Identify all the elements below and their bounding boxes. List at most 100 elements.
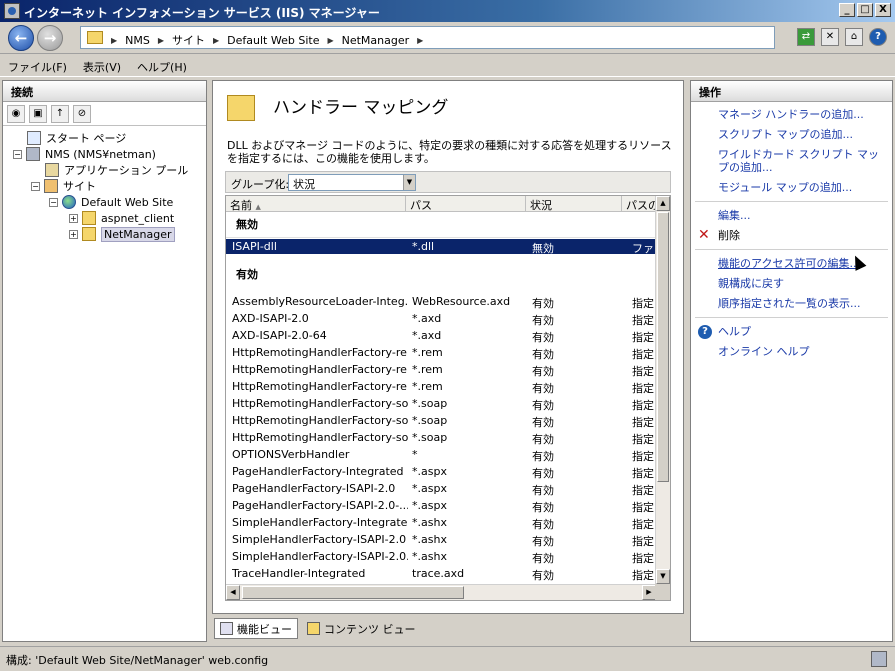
- menu-file[interactable]: ファイル(F): [0, 55, 75, 76]
- table-row[interactable]: PageHandlerFactory-ISAPI-2.0 *.aspx 有効 指定: [226, 480, 656, 497]
- stop-icon[interactable]: ✕: [821, 28, 839, 46]
- action-add-module-map[interactable]: モジュール マップの追加...: [691, 181, 892, 194]
- breadcrumb-separator-icon[interactable]: ▶: [417, 36, 423, 45]
- table-row[interactable]: PageHandlerFactory-ISAPI-2.0-... *.aspx 有効…: [226, 497, 656, 514]
- tree-node-aspnet-client[interactable]: + aspnet_client: [3, 210, 206, 226]
- handler-mappings-grid: 名前 ▲ パス 状況 パスの 無効 ISAPI-dll *.dll 無効 ファイ…: [225, 195, 671, 601]
- collapse-icon[interactable]: −: [31, 181, 40, 191]
- globe-icon: [62, 195, 76, 209]
- action-add-managed-handler[interactable]: マネージ ハンドラーの追加...: [691, 108, 892, 121]
- table-row[interactable]: HttpRemotingHandlerFactory-so... *.soap 有効…: [226, 395, 656, 412]
- connect-icon[interactable]: ◉: [7, 105, 25, 123]
- sort-asc-icon: ▲: [255, 203, 261, 211]
- grid-header: 名前 ▲ パス 状況 パスの: [226, 196, 662, 212]
- disconnect-icon[interactable]: ⊘: [73, 105, 91, 123]
- action-help[interactable]: ? ヘルプ: [691, 325, 892, 339]
- table-row[interactable]: AssemblyResourceLoader-Integ... WebResour…: [226, 293, 656, 310]
- scroll-down-icon[interactable]: ▼: [656, 569, 670, 584]
- table-row[interactable]: SimpleHandlerFactory-ISAPI-2.0 *.ashx 有効 指定: [226, 531, 656, 548]
- breadcrumb-separator-icon[interactable]: ▶: [111, 36, 117, 45]
- forward-button[interactable]: →: [37, 25, 63, 51]
- column-header-name[interactable]: 名前 ▲: [226, 196, 406, 212]
- refresh-icon[interactable]: ⇄: [797, 28, 815, 46]
- scroll-right-icon[interactable]: ▶: [642, 585, 656, 600]
- expand-icon[interactable]: +: [69, 229, 78, 239]
- action-add-script-map[interactable]: スクリプト マップの追加...: [691, 128, 892, 141]
- actions-header: 操作: [691, 81, 892, 102]
- close-button[interactable]: X: [875, 3, 891, 17]
- tree-node-server[interactable]: − NMS (NMS¥netman): [3, 146, 206, 162]
- feature-description: DLL およびマネージ コードのように、特定の要求の種類に対する応答を処理するリ…: [227, 139, 672, 165]
- breadcrumb-default-web-site[interactable]: Default Web Site: [227, 34, 319, 47]
- table-row[interactable]: AXD-ISAPI-2.0 *.axd 有効 指定: [226, 310, 656, 327]
- table-row[interactable]: HttpRemotingHandlerFactory-re... *.rem 有効指…: [226, 378, 656, 395]
- table-row[interactable]: HttpRemotingHandlerFactory-so... *.soap 有効…: [226, 412, 656, 429]
- action-add-wildcard-script-map[interactable]: ワイルドカード スクリプト マップの追加...: [691, 148, 892, 174]
- table-row[interactable]: TraceHandler-Integrated trace.axd 有効 指定: [226, 565, 656, 582]
- breadcrumb-sites[interactable]: サイト: [172, 32, 205, 48]
- connections-toolbar: ◉ ▣ ↑ ⊘: [3, 102, 206, 126]
- menu-bar: ファイル(F) 表示(V) ヘルプ(H): [0, 55, 895, 77]
- action-revert-to-parent[interactable]: 親構成に戻す: [691, 277, 892, 290]
- action-delete[interactable]: ✕ 削除: [691, 228, 892, 242]
- table-row[interactable]: OPTIONSVerbHandler * 有効 指定: [226, 446, 656, 463]
- chevron-down-icon[interactable]: ▼: [403, 175, 415, 190]
- table-row[interactable]: HttpRemotingHandlerFactory-re... *.rem 有効指…: [226, 361, 656, 378]
- table-row[interactable]: ISAPI-dll *.dll 無効 ファイ: [226, 239, 656, 255]
- vertical-scrollbar[interactable]: ▲ ▼: [655, 196, 670, 584]
- table-row[interactable]: SimpleHandlerFactory-Integrated *.ashx 有効指…: [226, 514, 656, 531]
- breadcrumb-separator-icon[interactable]: ▶: [327, 36, 333, 45]
- action-online-help[interactable]: オンライン ヘルプ: [691, 345, 892, 358]
- breadcrumb-separator-icon[interactable]: ▶: [213, 36, 219, 45]
- tree-node-start-page[interactable]: スタート ページ: [3, 130, 206, 146]
- collapse-icon[interactable]: −: [13, 149, 22, 159]
- breadcrumb-netmanager[interactable]: NetManager: [342, 34, 410, 47]
- tree-node-app-pools[interactable]: アプリケーション プール: [3, 162, 206, 178]
- scroll-thumb[interactable]: [657, 212, 669, 482]
- tab-features-view[interactable]: 機能ビュー: [214, 618, 298, 639]
- table-row[interactable]: PageHandlerFactory-Integrated *.aspx 有効 指定: [226, 463, 656, 480]
- start-page-icon: [27, 131, 41, 145]
- breadcrumb-separator-icon[interactable]: ▶: [158, 36, 164, 45]
- collapse-icon[interactable]: −: [49, 197, 58, 207]
- table-row[interactable]: HttpRemotingHandlerFactory-re... *.rem 有効指…: [226, 344, 656, 361]
- action-view-ordered-list[interactable]: 順序指定された一覧の表示...: [691, 297, 892, 310]
- menu-view[interactable]: 表示(V): [75, 55, 129, 76]
- scroll-left-icon[interactable]: ◀: [226, 585, 240, 600]
- status-text: 構成: 'Default Web Site/NetManager' web.co…: [6, 654, 269, 667]
- table-row[interactable]: HttpRemotingHandlerFactory-so... *.soap 有効…: [226, 429, 656, 446]
- address-toolbar: ← → ▶ NMS ▶ サイト ▶ Default Web Site ▶ Net…: [0, 22, 895, 54]
- tab-content-view[interactable]: コンテンツ ビュー: [302, 618, 421, 639]
- features-view-icon: [220, 622, 233, 635]
- expand-icon[interactable]: +: [69, 213, 78, 223]
- breadcrumb-nms[interactable]: NMS: [125, 34, 150, 47]
- view-tabs: 機能ビュー コンテンツ ビュー: [214, 618, 421, 640]
- help-icon: ?: [698, 325, 712, 339]
- table-row[interactable]: AXD-ISAPI-2.0-64 *.axd 有効 指定: [226, 327, 656, 344]
- minimize-button[interactable]: _: [839, 3, 855, 17]
- column-header-path[interactable]: パス: [406, 196, 526, 212]
- home-icon[interactable]: ⌂: [845, 28, 863, 46]
- tree-node-netmanager[interactable]: + NetManager: [3, 226, 206, 242]
- server-status-icon: [871, 651, 887, 667]
- scroll-up-icon[interactable]: ▲: [656, 196, 670, 211]
- table-row[interactable]: SimpleHandlerFactory-ISAPI-2.0... *.ashx 有…: [226, 548, 656, 565]
- maximize-button[interactable]: □: [857, 3, 873, 17]
- page-title: ハンドラー マッピング: [273, 98, 449, 118]
- tree-node-default-web-site[interactable]: − Default Web Site: [3, 194, 206, 210]
- title-bar: インターネット インフォメーション サービス (IIS) マネージャー _ □ …: [0, 0, 895, 22]
- column-header-state[interactable]: 状況: [526, 196, 622, 212]
- scroll-thumb[interactable]: [242, 586, 464, 599]
- help-icon[interactable]: ?: [869, 28, 887, 46]
- address-bar[interactable]: ▶ NMS ▶ サイト ▶ Default Web Site ▶ NetMana…: [80, 26, 775, 49]
- save-icon[interactable]: ▣: [29, 105, 47, 123]
- folder-icon: [82, 211, 96, 225]
- sites-icon: [44, 179, 58, 193]
- up-folder-icon[interactable]: ↑: [51, 105, 69, 123]
- horizontal-scrollbar[interactable]: ◀ ▶: [226, 584, 656, 600]
- back-button[interactable]: ←: [8, 25, 34, 51]
- action-edit[interactable]: 編集...: [691, 209, 892, 222]
- group-by-select[interactable]: 状況 ▼: [288, 174, 416, 191]
- menu-help[interactable]: ヘルプ(H): [129, 55, 195, 76]
- tree-node-sites[interactable]: − サイト: [3, 178, 206, 194]
